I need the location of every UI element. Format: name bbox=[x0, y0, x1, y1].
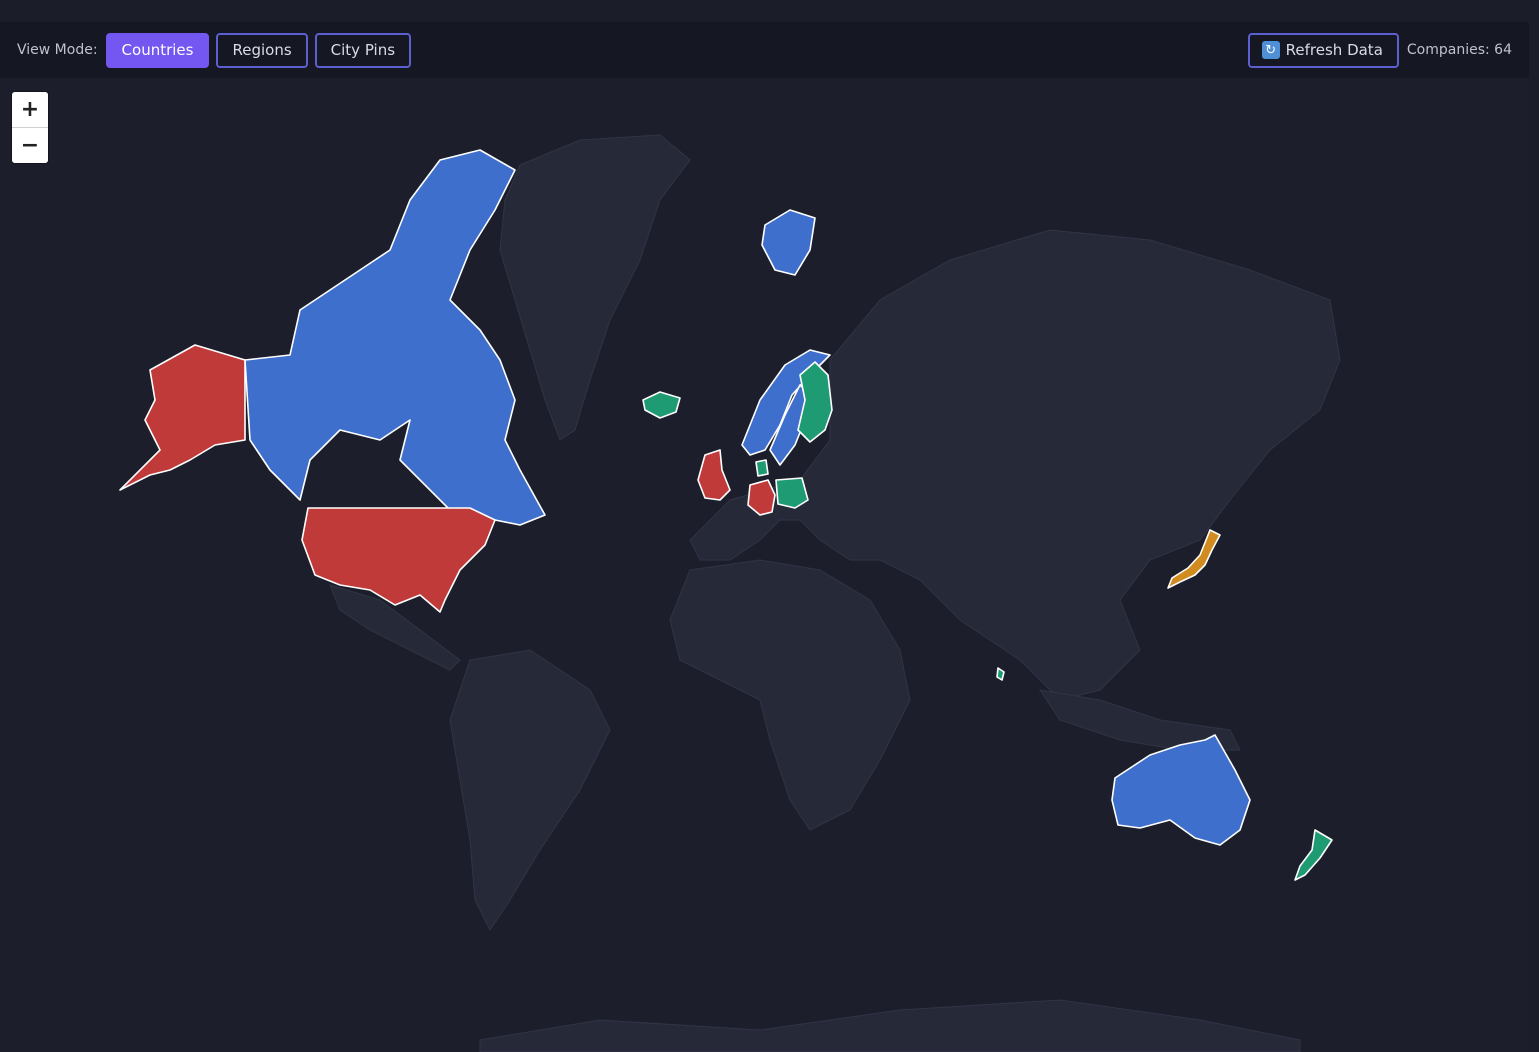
zoom-out-button[interactable]: − bbox=[12, 127, 48, 163]
country-usa-alaska[interactable] bbox=[119, 344, 246, 491]
companies-count: Companies: 64 bbox=[1406, 42, 1512, 58]
country-usa[interactable] bbox=[301, 507, 496, 613]
refresh-data-label: Refresh Data bbox=[1285, 41, 1383, 59]
country-canada[interactable] bbox=[244, 149, 546, 531]
view-mode-label: View Mode: bbox=[17, 42, 98, 58]
refresh-icon: ↻ bbox=[1261, 41, 1280, 59]
map-canvas[interactable] bbox=[0, 78, 1529, 1052]
country-australia[interactable] bbox=[1111, 734, 1251, 846]
country-new-zealand[interactable] bbox=[1294, 829, 1333, 881]
country-denmark[interactable] bbox=[755, 459, 769, 477]
country-iceland[interactable] bbox=[642, 391, 681, 419]
refresh-data-button[interactable]: ↻ Refresh Data bbox=[1247, 32, 1399, 68]
view-mode-regions-button[interactable]: Regions bbox=[216, 32, 308, 68]
map-toolbar: View Mode: Countries Regions City Pins ↻… bbox=[0, 22, 1529, 78]
zoom-control: + − bbox=[12, 92, 48, 163]
scrollbar[interactable] bbox=[1529, 22, 1539, 1052]
land-south-america[interactable] bbox=[449, 649, 611, 931]
window-top-strip bbox=[0, 0, 1539, 22]
country-poland[interactable] bbox=[775, 477, 809, 509]
view-mode-countries-button[interactable]: Countries bbox=[105, 32, 210, 68]
country-sri-lanka[interactable] bbox=[996, 667, 1005, 681]
zoom-in-button[interactable]: + bbox=[12, 92, 48, 127]
country-svalbard[interactable] bbox=[761, 209, 816, 276]
land-africa[interactable] bbox=[669, 559, 911, 831]
country-united-kingdom[interactable] bbox=[697, 449, 731, 501]
view-mode-city-pins-button[interactable]: City Pins bbox=[314, 32, 412, 68]
land-antarctica[interactable] bbox=[479, 999, 1301, 1052]
world-map[interactable] bbox=[0, 78, 1529, 1052]
